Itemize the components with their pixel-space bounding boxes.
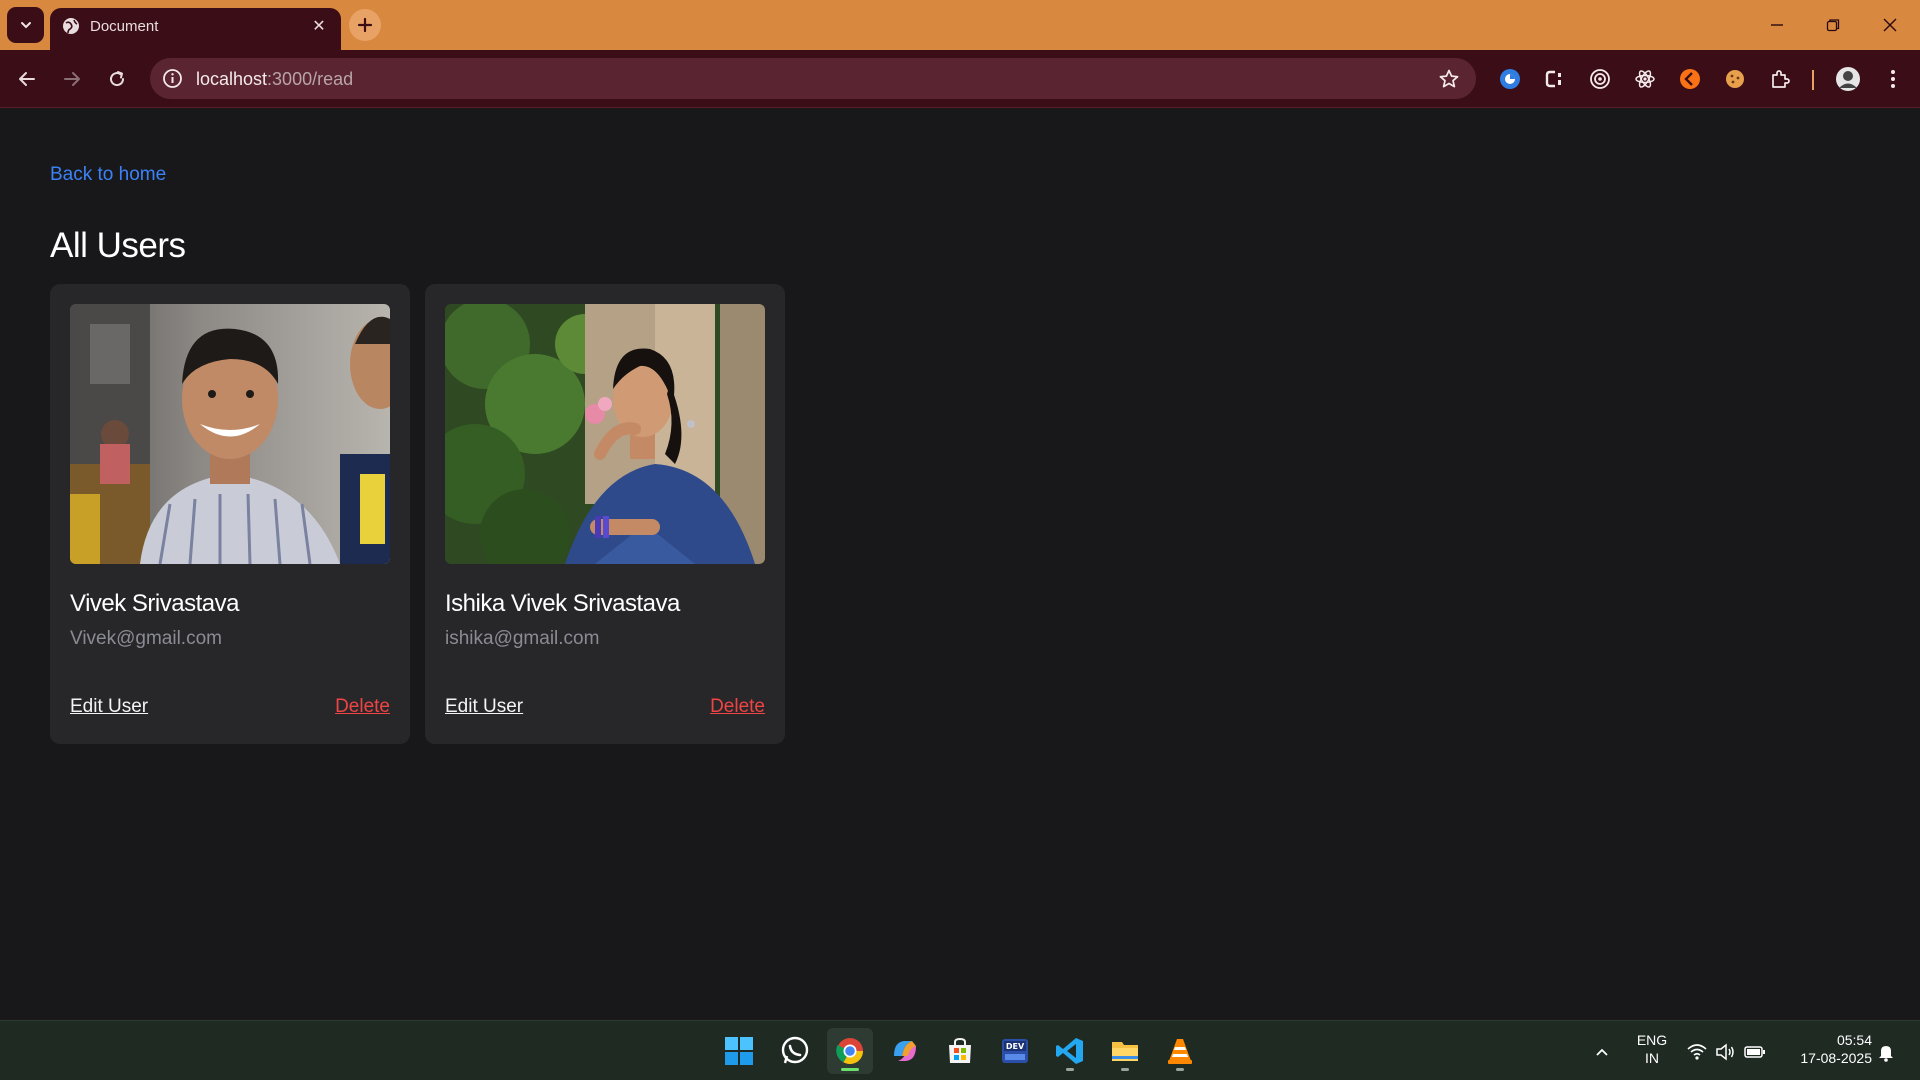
forward-button[interactable] [58,65,86,93]
active-indicator [841,1068,859,1071]
taskbar-vlc[interactable] [1157,1028,1203,1074]
edit-user-button[interactable]: Edit User [445,696,523,718]
folder-icon [1112,1042,1138,1061]
user-photo [70,304,390,564]
browser-toolbar: localhost:3000/read [0,50,1920,108]
arrow-left-icon [19,72,35,86]
user-name: Vivek Srivastava [70,590,239,617]
plus-icon [357,17,373,33]
reload-button[interactable] [103,65,131,93]
running-indicator [1176,1068,1184,1071]
extension-target-icon[interactable] [1588,67,1612,91]
running-indicator [1066,1068,1074,1071]
tab-title: Document [90,18,159,35]
extension-orange-icon[interactable] [1678,67,1702,91]
clock[interactable]: 05:54 17-08-2025 [1782,1031,1872,1067]
clock-date: 17-08-2025 [1800,1050,1872,1066]
taskbar-whatsapp[interactable] [772,1028,818,1074]
page-content: Back to home All Users Vivek Srivastava … [0,108,1920,1020]
user-card: Vivek Srivastava Vivek@gmail.com Edit Us… [50,284,410,744]
restore-icon [1826,19,1840,32]
clock-time: 05:54 [1836,1032,1872,1048]
extension-cookie-icon[interactable] [1723,67,1747,91]
user-email: ishika@gmail.com [445,628,600,649]
region-code: IN [1645,1050,1659,1066]
delete-user-button[interactable]: Delete [710,696,765,718]
toolbar-divider [1812,70,1814,90]
new-tab-button[interactable] [349,9,381,41]
store-icon [949,1037,971,1063]
dev-home-icon: DEV [1002,1039,1028,1063]
windows-taskbar: DEV ENG IN 05:54 17-08-2025 [0,1020,1920,1080]
browser-tab-strip: Document ✕ [0,0,1920,50]
back-button[interactable] [13,65,41,93]
copilot-icon [894,1041,916,1061]
chevron-down-icon [20,22,31,29]
taskbar-dev-home[interactable]: DEV [992,1028,1038,1074]
edit-user-button[interactable]: Edit User [70,696,148,718]
taskbar-copilot[interactable] [882,1028,928,1074]
windows-logo-icon [725,1037,753,1065]
restore-window-button[interactable] [1821,13,1845,37]
delete-user-button[interactable]: Delete [335,696,390,718]
notifications-bell-icon[interactable] [1875,1041,1897,1063]
taskbar-file-explorer[interactable] [1102,1028,1148,1074]
vlc-icon [1168,1039,1192,1064]
wifi-icon[interactable] [1686,1041,1708,1063]
taskbar-chrome[interactable] [827,1028,873,1074]
user-card: Ishika Vivek Srivastava ishika@gmail.com… [425,284,785,744]
site-info-icon[interactable] [162,68,183,89]
extensions-puzzle-icon[interactable] [1768,67,1792,91]
minimize-window-button[interactable] [1765,13,1789,37]
whatsapp-icon [781,1036,809,1064]
browser-menu-icon[interactable] [1881,67,1905,91]
vscode-icon [1056,1038,1083,1064]
close-tab-icon[interactable]: ✕ [309,16,329,36]
user-name: Ishika Vivek Srivastava [445,590,680,617]
address-bar[interactable]: localhost:3000/read [150,58,1476,99]
arrow-right-icon [64,72,80,86]
svg-text:DEV: DEV [1006,1042,1025,1051]
extension-blue-swirl-icon[interactable] [1498,67,1522,91]
minimize-icon [1771,24,1783,26]
close-icon [1883,18,1897,32]
battery-icon[interactable] [1744,1041,1766,1063]
star-icon[interactable] [1438,68,1460,90]
reload-icon [110,71,125,87]
tab-search-button[interactable] [7,7,44,43]
user-email: Vivek@gmail.com [70,628,222,649]
taskbar-vscode[interactable] [1047,1028,1093,1074]
chevron-up-icon [1596,1048,1608,1056]
language-code: ENG [1636,1032,1668,1048]
taskbar-microsoft-store[interactable] [937,1028,983,1074]
back-to-home-link[interactable]: Back to home [50,164,166,186]
show-hidden-icons-button[interactable] [1591,1041,1613,1063]
close-window-button[interactable] [1878,13,1902,37]
url-path: :3000/read [267,69,354,89]
start-button[interactable] [716,1028,762,1074]
extension-css-icon[interactable] [1543,67,1567,91]
url-host: localhost [196,69,268,89]
chrome-icon [836,1038,864,1065]
globe-icon [63,18,79,34]
url-text[interactable]: localhost:3000/read [196,69,353,90]
page-title: All Users [50,226,186,265]
running-indicator [1121,1068,1129,1071]
extension-react-icon[interactable] [1633,67,1657,91]
language-indicator[interactable]: ENG IN [1630,1031,1674,1067]
user-photo [445,304,765,564]
volume-icon[interactable] [1714,1041,1736,1063]
profile-avatar[interactable] [1834,65,1862,93]
browser-tab-active[interactable]: Document ✕ [50,8,341,50]
